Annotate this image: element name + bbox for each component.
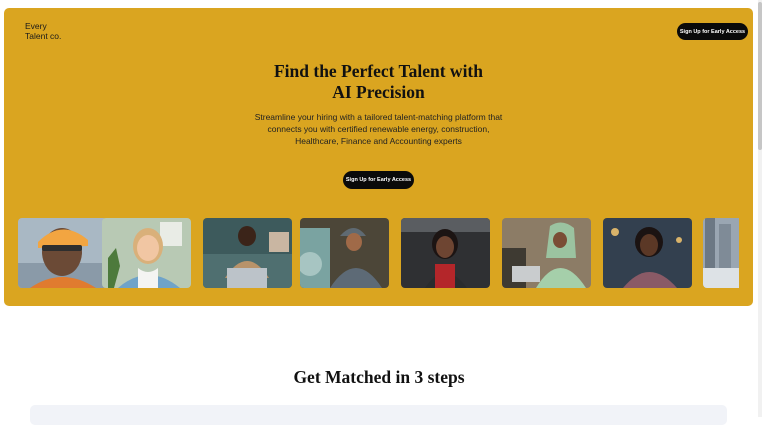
office-worker-photo: [502, 218, 591, 288]
page-scrollbar[interactable]: [758, 0, 762, 417]
header-signup-button[interactable]: Sign Up for Early Access: [677, 23, 748, 40]
steps-panel: [30, 405, 727, 425]
steps-section-title: Get Matched in 3 steps: [293, 367, 465, 387]
support-agent-photo: [401, 218, 490, 288]
laptop-worker-photo: [203, 218, 292, 288]
hero-headline: Find the Perfect Talent with AI Precisio…: [234, 61, 523, 103]
talent-gallery: [18, 218, 739, 288]
logo[interactable]: Every Talent co.: [25, 21, 61, 41]
hero-subtext: Streamline your hiring with a tailored t…: [254, 112, 503, 146]
mechanic-photo: [300, 218, 389, 288]
hero-headline-line1: Find the Perfect Talent with: [273, 61, 483, 81]
logo-line2: Talent co.: [25, 31, 62, 41]
city-scene-photo: [703, 218, 739, 288]
construction-worker-photo: [18, 218, 107, 288]
logo-line1: Every: [25, 21, 47, 31]
city-professional-photo: [603, 218, 692, 288]
hero-headline-line2: AI Precision: [332, 82, 425, 102]
hero-banner: Every Talent co. Sign Up for Early Acces…: [4, 8, 753, 306]
smiling-professional-photo: [102, 218, 191, 288]
scrollbar-thumb[interactable]: [758, 2, 762, 150]
hero-signup-button[interactable]: Sign Up for Early Access: [343, 171, 414, 189]
